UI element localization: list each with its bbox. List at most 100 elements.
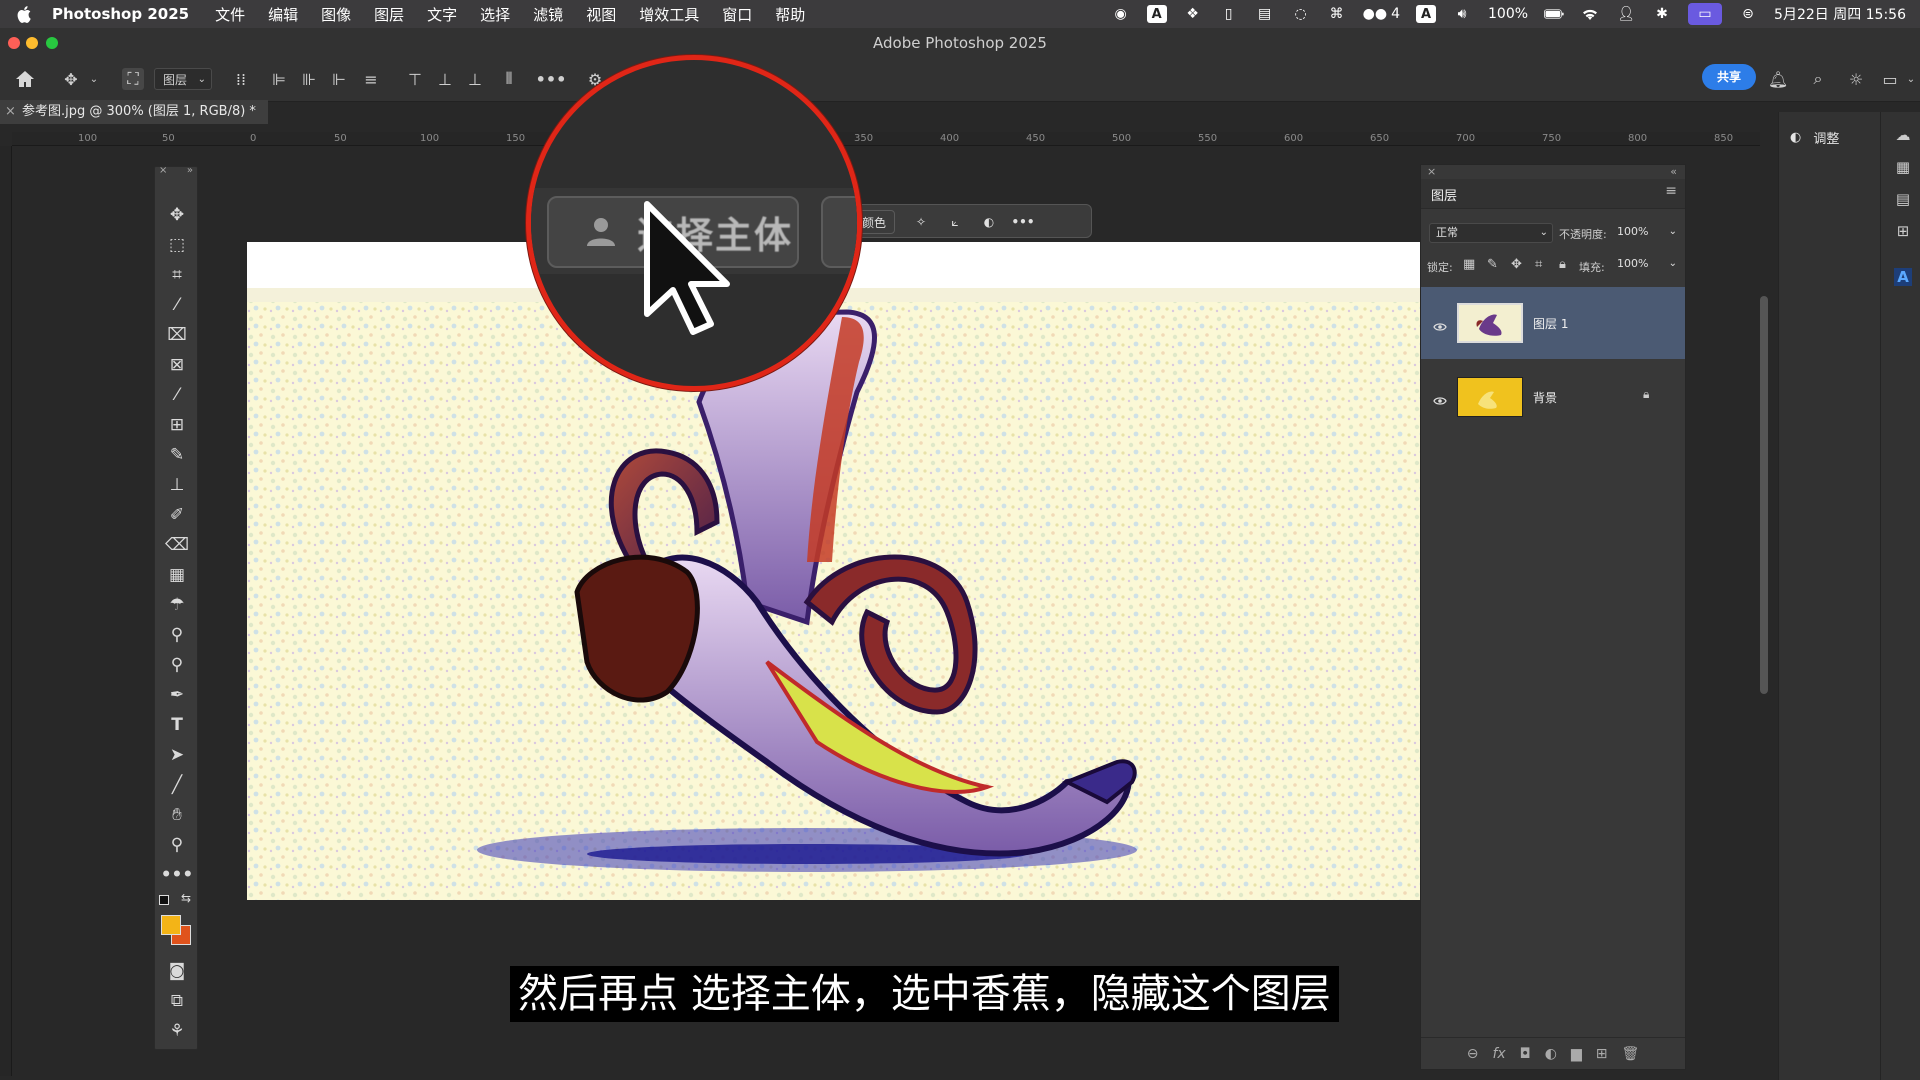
lock-transparent-icon[interactable]: ▦ bbox=[1463, 257, 1475, 272]
crop-tool-icon[interactable]: ⌧ bbox=[155, 321, 199, 349]
user-icon[interactable]: 👤︎ bbox=[1616, 5, 1636, 23]
align-bottom-icon[interactable]: ⊥ bbox=[466, 68, 484, 90]
align-right-icon[interactable]: ⊩ bbox=[330, 68, 348, 90]
cube-icon[interactable]: ❖ bbox=[1183, 5, 1203, 23]
eye-icon[interactable] bbox=[1433, 391, 1447, 405]
apple-icon[interactable] bbox=[16, 5, 34, 23]
add-mask-icon[interactable]: ◘ bbox=[1520, 1046, 1531, 1062]
frame-tool-icon[interactable]: ⊠ bbox=[155, 351, 199, 379]
brush-tool-icon[interactable]: ✎ bbox=[155, 441, 199, 469]
type-tool-icon[interactable]: T bbox=[155, 711, 199, 739]
wifi-icon[interactable] bbox=[1580, 5, 1600, 23]
layer-row-background[interactable]: 背景 🔒︎ bbox=[1421, 361, 1685, 433]
lock-position-icon[interactable]: ✥ bbox=[1511, 257, 1522, 272]
close-tab-icon[interactable]: × bbox=[5, 100, 16, 124]
move-tool-icon[interactable]: ✥ bbox=[155, 201, 199, 229]
path-selection-tool-icon[interactable]: ➤ bbox=[155, 741, 199, 769]
menu-edit[interactable]: 编辑 bbox=[268, 4, 298, 25]
healing-brush-tool-icon[interactable]: ⊞ bbox=[155, 411, 199, 439]
pen-tool-icon[interactable]: ✒ bbox=[155, 681, 199, 709]
align-center-icon[interactable]: ⊪ bbox=[300, 68, 318, 90]
menu-image[interactable]: 图像 bbox=[321, 4, 351, 25]
new-layer-icon[interactable]: ⊞ bbox=[1596, 1046, 1608, 1062]
adjustments-tab[interactable]: ◐ 调整 bbox=[1782, 120, 1872, 154]
dodge-tool-icon[interactable]: ⚲ bbox=[155, 621, 199, 649]
sponge-tool-icon[interactable]: ⚲ bbox=[155, 651, 199, 679]
close-window-button[interactable] bbox=[8, 37, 20, 49]
workspace-icon[interactable]: ▭ bbox=[1880, 68, 1900, 90]
document-tab[interactable]: × 参考图.jpg @ 300% (图层 1, RGB/8) * bbox=[0, 100, 268, 124]
document-image[interactable] bbox=[247, 242, 1421, 900]
search-icon[interactable]: ⌕ bbox=[1808, 68, 1828, 90]
clone-stamp-tool-icon[interactable]: ⊥ bbox=[155, 471, 199, 499]
volume-icon[interactable]: 🔊︎ bbox=[1452, 5, 1472, 23]
home-icon[interactable] bbox=[14, 68, 36, 90]
edit-toolbar-icon[interactable]: ••• bbox=[155, 861, 199, 889]
chevron-down-icon[interactable]: ⌄ bbox=[1906, 68, 1916, 90]
control-center-icon[interactable]: ⊜ bbox=[1738, 5, 1758, 23]
menu-file[interactable]: 文件 bbox=[215, 4, 245, 25]
tab-layers[interactable]: 图层 bbox=[1431, 185, 1457, 204]
eye-icon[interactable] bbox=[1433, 317, 1447, 331]
lock-image-icon[interactable]: ✎ bbox=[1487, 257, 1498, 272]
capsule-icon[interactable]: ▯ bbox=[1219, 5, 1239, 23]
chevron-down-icon[interactable]: ⌄ bbox=[88, 68, 100, 90]
opacity-field[interactable]: 100% ⌄ bbox=[1611, 223, 1677, 243]
horizontal-ruler[interactable]: 100 50 0 50 100 150 200 250 300 350 400 … bbox=[12, 132, 1760, 146]
lightbulb-icon[interactable]: ☼ bbox=[1846, 68, 1866, 90]
patterns-icon[interactable]: ⊞ bbox=[1894, 222, 1912, 240]
auto-select-icon[interactable]: ⛶ bbox=[122, 68, 144, 90]
close-panel-icon[interactable]: × bbox=[159, 165, 167, 176]
hand-tool-icon[interactable]: ✋︎ bbox=[155, 801, 199, 829]
screen-mode-icon[interactable]: ⧉ bbox=[155, 987, 199, 1015]
adjustment-icon[interactable]: ◐ bbox=[979, 210, 999, 234]
collapse-panel-icon[interactable]: « bbox=[1670, 165, 1677, 178]
record-icon[interactable]: ◉ bbox=[1111, 5, 1131, 23]
eyedropper-tool-icon[interactable]: ⁄ bbox=[155, 381, 199, 409]
share-button[interactable]: 共享 bbox=[1702, 64, 1756, 90]
bluetooth-icon[interactable]: ✱ bbox=[1652, 5, 1672, 23]
align-middle-icon[interactable]: ⊥ bbox=[436, 68, 454, 90]
quick-mask-icon[interactable]: ◙ bbox=[155, 957, 199, 985]
generative-fill-icon[interactable]: ⚘ bbox=[155, 1017, 199, 1045]
distribute-vertical-icon[interactable]: ⦀ bbox=[500, 68, 518, 90]
link-layers-icon[interactable]: ⊖ bbox=[1467, 1046, 1479, 1062]
foreground-color-swatch[interactable] bbox=[161, 915, 181, 935]
line-tool-icon[interactable]: ╱ bbox=[155, 771, 199, 799]
zoom-tool-icon[interactable]: ⚲ bbox=[155, 831, 199, 859]
screen-mirroring-icon[interactable]: ▭ bbox=[1688, 3, 1723, 25]
more-options-icon[interactable]: ••• bbox=[1012, 210, 1035, 234]
layer-row-layer-1[interactable]: 图层 1 bbox=[1421, 287, 1685, 359]
delete-layer-icon[interactable]: 🗑︎ bbox=[1621, 1046, 1639, 1062]
chat-bubble-icon[interactable]: ◌ bbox=[1291, 5, 1311, 23]
blur-tool-icon[interactable]: ☂ bbox=[155, 591, 199, 619]
align-top-icon[interactable]: ⊤ bbox=[406, 68, 424, 90]
eraser-tool-icon[interactable]: ⌫ bbox=[155, 531, 199, 559]
adjustment-layer-icon[interactable]: ◐ bbox=[1545, 1046, 1557, 1062]
menu-select[interactable]: 选择 bbox=[480, 4, 510, 25]
menu-layer[interactable]: 图层 bbox=[374, 4, 404, 25]
wechat-status[interactable]: ●● 4 bbox=[1363, 5, 1400, 23]
lock-all-icon[interactable]: 🔒︎ bbox=[1559, 257, 1566, 272]
object-selection-tool-icon[interactable]: ⌗ bbox=[155, 261, 199, 289]
panel-menu-icon[interactable]: ≡ bbox=[1665, 183, 1677, 199]
crop-icon[interactable]: ⟀ bbox=[945, 210, 965, 234]
magic-wand-tool-icon[interactable]: ⁄ bbox=[155, 291, 199, 319]
zoom-window-button[interactable] bbox=[46, 37, 58, 49]
app-menu[interactable]: Photoshop 2025 bbox=[52, 5, 189, 23]
close-panel-icon[interactable]: × bbox=[1427, 165, 1436, 178]
character-icon[interactable]: A bbox=[1894, 268, 1912, 286]
distribute-horizontal-icon[interactable]: ≡ bbox=[362, 68, 380, 90]
bookmark-icon[interactable]: ⌘ bbox=[1327, 5, 1347, 23]
gradients-icon[interactable]: ▤ bbox=[1894, 190, 1912, 208]
minimize-window-button[interactable] bbox=[26, 37, 38, 49]
collapse-panel-icon[interactable]: » bbox=[187, 165, 193, 176]
transform-controls-icon[interactable]: ⁞⁞ bbox=[230, 68, 252, 90]
vertical-ruler[interactable] bbox=[0, 146, 12, 1076]
gradient-tool-icon[interactable]: ▦ bbox=[155, 561, 199, 589]
battery-icon[interactable] bbox=[1544, 5, 1564, 23]
menu-plugins[interactable]: 增效工具 bbox=[639, 4, 699, 25]
swatches-icon[interactable]: ▦ bbox=[1894, 158, 1912, 176]
lock-artboard-icon[interactable]: ⌗ bbox=[1535, 257, 1542, 272]
auto-select-target-dropdown[interactable]: 图层 ⌄ bbox=[154, 68, 212, 90]
